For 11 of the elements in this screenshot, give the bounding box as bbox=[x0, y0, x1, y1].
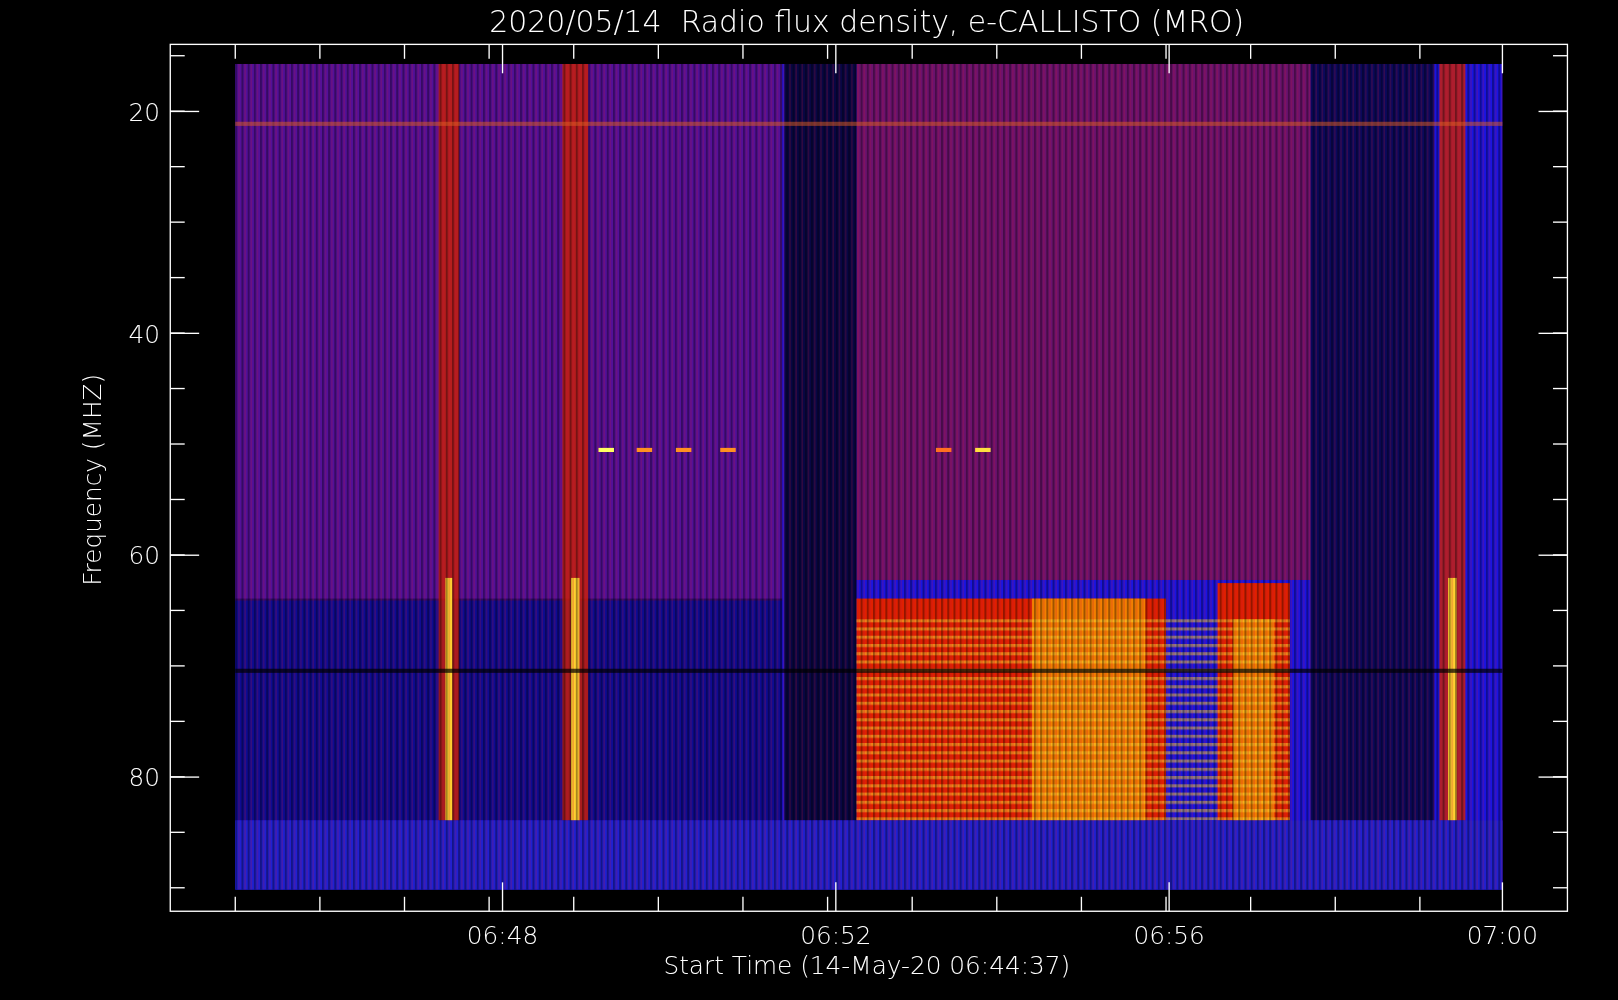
chart-title: 2020/05/14 Radio flux density, e-CALLISTO (MRO) bbox=[489, 4, 1245, 39]
x-tick-label: 06:56 bbox=[1133, 921, 1205, 951]
y-tick-label: 60 bbox=[128, 541, 160, 571]
y-axis-label: Frequency (MHZ) bbox=[78, 373, 108, 586]
y-tick-label: 20 bbox=[128, 97, 160, 127]
x-tick-label: 06:52 bbox=[800, 921, 872, 951]
x-tick-label: 06:48 bbox=[466, 921, 539, 951]
y-tick-label: 40 bbox=[128, 319, 160, 349]
x-tick-label: 07:00 bbox=[1466, 921, 1539, 951]
y-tick-label: 80 bbox=[128, 763, 160, 793]
x-axis-label: Start Time (14-May-20 06:44:37) bbox=[663, 951, 1071, 981]
